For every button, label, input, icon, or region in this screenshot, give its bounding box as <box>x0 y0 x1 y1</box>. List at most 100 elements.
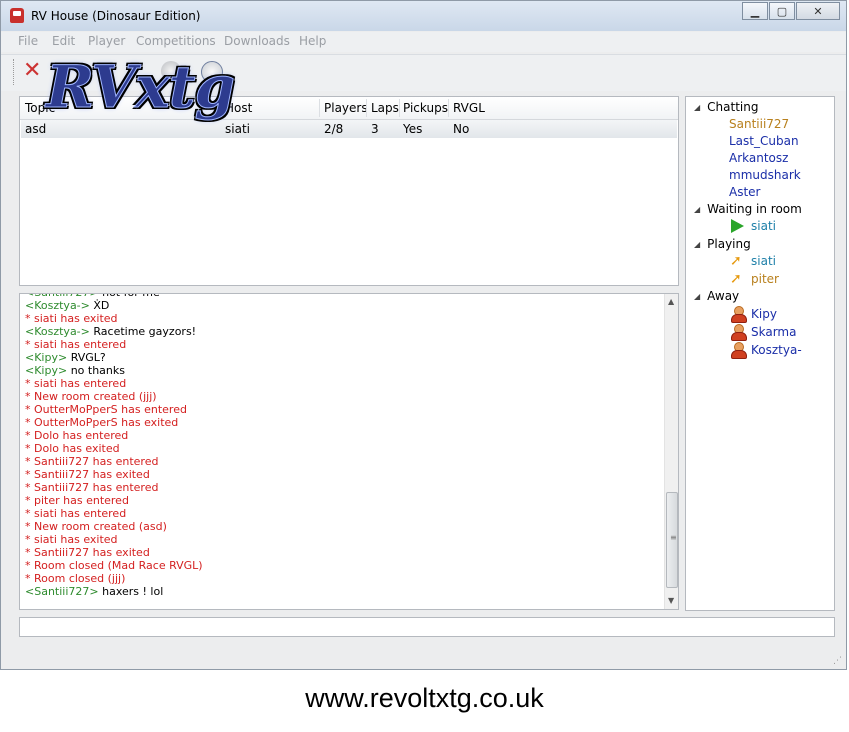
col-players[interactable]: Players <box>324 101 368 115</box>
collapse-icon[interactable]: ◢ <box>694 240 700 249</box>
nick-bracket: > <box>57 351 71 364</box>
system-message: * Dolo has exited <box>25 442 120 455</box>
collapse-icon[interactable]: ◢ <box>694 292 700 301</box>
user-item[interactable]: Arkantosz <box>729 151 788 165</box>
chat-lines: <Santiii727> not for me<Kosztya-> ẊD* si… <box>25 294 660 598</box>
room-players: 2/8 <box>324 122 344 136</box>
grip-icon: ≡ <box>670 533 677 542</box>
group-waiting[interactable]: ◢ Waiting in room <box>694 202 802 216</box>
column-divider[interactable] <box>366 99 367 117</box>
scroll-thumb[interactable]: ≡ <box>666 492 678 588</box>
menu-edit[interactable]: Edit <box>52 34 75 48</box>
system-message: * New room created (jjj) <box>25 390 157 403</box>
system-message: * Santiii727 has exited <box>25 468 150 481</box>
chat-line: * Santiii727 has entered <box>25 455 660 468</box>
nick-bracket: > <box>80 299 94 312</box>
group-away[interactable]: ◢ Away <box>694 289 739 303</box>
user-item[interactable]: Skarma <box>751 325 796 339</box>
user-item[interactable]: Kosztya- <box>751 343 802 357</box>
chat-message: RVGL? <box>70 351 106 364</box>
col-rvgl[interactable]: RVGL <box>453 101 485 115</box>
chat-message: not for me <box>102 294 160 299</box>
menu-downloads[interactable]: Downloads <box>224 34 290 48</box>
scroll-up-icon[interactable]: ▲ <box>668 297 674 306</box>
col-pickups[interactable]: Pickups <box>403 101 448 115</box>
nick-bracket: < <box>25 351 35 364</box>
chat-message: haxers ! lol <box>102 585 164 598</box>
away-person-icon <box>730 324 747 341</box>
system-message: * Santiii727 has entered <box>25 455 159 468</box>
chat-line: * Dolo has entered <box>25 429 660 442</box>
chat-line: * New room created (asd) <box>25 520 660 533</box>
chat-line: <Kosztya-> ẊD <box>25 299 660 312</box>
room-laps: 3 <box>371 122 379 136</box>
nick-bracket: < <box>25 364 35 377</box>
maximize-button[interactable]: ▢ <box>769 2 795 20</box>
column-divider[interactable] <box>319 99 320 117</box>
user-item[interactable]: Kipy <box>751 307 777 321</box>
chat-nick[interactable]: Kipy <box>34 351 58 364</box>
column-divider[interactable] <box>399 99 400 117</box>
system-message: * Santiii727 has entered <box>25 481 159 494</box>
group-playing[interactable]: ◢ Playing <box>694 237 751 251</box>
menu-help[interactable]: Help <box>299 34 326 48</box>
menu-player[interactable]: Player <box>88 34 125 48</box>
col-laps[interactable]: Laps <box>371 101 399 115</box>
nick-bracket: < <box>25 585 35 598</box>
user-item[interactable]: siati <box>751 254 776 268</box>
play-icon <box>731 219 744 233</box>
chat-line: * Room closed (jjj) <box>25 572 660 585</box>
system-message: * Santiii727 has exited <box>25 546 150 559</box>
collapse-icon[interactable]: ◢ <box>694 205 700 214</box>
chat-line: * siati has exited <box>25 533 660 546</box>
system-message: * siati has entered <box>25 338 127 351</box>
resize-grip-icon[interactable]: ⋰ <box>833 656 842 666</box>
user-item[interactable]: siati <box>751 219 776 233</box>
chat-line: * Room closed (Mad Race RVGL) <box>25 559 660 572</box>
user-item[interactable]: piter <box>751 272 779 286</box>
system-message: * siati has exited <box>25 312 118 325</box>
user-item[interactable]: Last_Cuban <box>729 134 799 148</box>
menu-competitions[interactable]: Competitions <box>136 34 216 48</box>
column-divider[interactable] <box>448 99 449 117</box>
menu-file[interactable]: File <box>18 34 38 48</box>
chat-nick[interactable]: Santiii727 <box>34 585 89 598</box>
room-rvgl: No <box>453 122 470 136</box>
chat-nick[interactable]: Kosztya- <box>34 325 80 338</box>
system-message: * siati has entered <box>25 507 127 520</box>
system-message: * siati has exited <box>25 533 118 546</box>
away-person-icon <box>730 342 747 359</box>
room-pickups: Yes <box>403 122 423 136</box>
chat-line: * New room created (jjj) <box>25 390 660 403</box>
chat-line: * Santiii727 has entered <box>25 481 660 494</box>
menu-bar: File Edit Player Competitions Downloads … <box>1 32 846 52</box>
user-list: ◢ Chatting Santiii727 Last_Cuban Arkantos… <box>685 96 835 611</box>
footer-url: www.revoltxtg.co.uk <box>305 683 544 713</box>
group-chatting[interactable]: ◢ Chatting <box>694 100 758 114</box>
close-button[interactable]: ✕ <box>796 2 840 20</box>
user-item[interactable]: mmudshark <box>729 168 801 182</box>
chat-input[interactable] <box>19 617 835 637</box>
user-item[interactable]: Santiii727 <box>729 117 789 131</box>
chat-line: * siati has entered <box>25 507 660 520</box>
chat-nick[interactable]: Kosztya- <box>34 299 80 312</box>
chat-line: <Kipy> RVGL? <box>25 351 660 364</box>
chat-nick[interactable]: Kipy <box>34 364 58 377</box>
nick-bracket: < <box>25 325 35 338</box>
scroll-down-icon[interactable]: ▼ <box>668 596 674 605</box>
minimize-button[interactable]: ▁ <box>742 2 768 20</box>
user-item[interactable]: Aster <box>729 185 760 199</box>
nick-bracket: > <box>89 585 103 598</box>
chat-line: * siati has entered <box>25 338 660 351</box>
chat-scrollbar[interactable]: ▲ ≡ ▼ <box>664 294 678 609</box>
watermark-logo: RVxtg <box>46 53 236 122</box>
window-controls: ▁ ▢ ✕ <box>741 2 840 21</box>
nick-bracket: < <box>25 299 35 312</box>
system-message: * siati has entered <box>25 377 127 390</box>
collapse-icon[interactable]: ◢ <box>694 103 700 112</box>
title-bar: RV House (Dinosaur Edition) ▁ ▢ ✕ <box>1 1 846 31</box>
system-message: * OutterMoPperS has exited <box>25 416 179 429</box>
chat-line: <Santiii727> haxers ! lol <box>25 585 660 598</box>
chat-log[interactable]: <Santiii727> not for me<Kosztya-> ẊD* si… <box>19 293 679 610</box>
disconnect-icon[interactable]: ✕ <box>23 60 47 82</box>
